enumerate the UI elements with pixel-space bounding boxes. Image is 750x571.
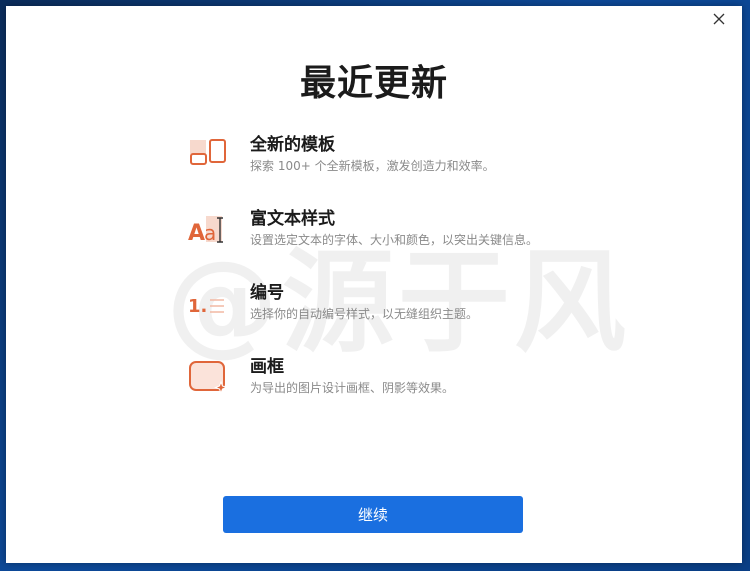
feature-title: 编号 — [250, 283, 284, 303]
continue-button[interactable]: 继续 — [223, 496, 523, 533]
feature-description: 为导出的图片设计画框、阴影等效果。 — [250, 381, 455, 395]
desktop-background: 最近更新 @源于风 全新的模板 探索 100+ 个全新模板，激发创造力和效率。 … — [0, 0, 750, 571]
feature-description: 探索 100+ 个全新模板，激发创造力和效率。 — [250, 159, 495, 173]
feature-title: 画框 — [250, 357, 284, 377]
picture-frame-icon — [189, 361, 228, 395]
feature-item-rich-text: A a 富文本样式 设置选定文本的字体、大小和颜色，以突出关键信息。 — [188, 208, 608, 282]
svg-text:a: a — [204, 221, 216, 245]
feature-description: 设置选定文本的字体、大小和颜色，以突出关键信息。 — [250, 233, 539, 247]
feature-list: 全新的模板 探索 100+ 个全新模板，激发创造力和效率。 A a 富文本样式 … — [188, 134, 608, 430]
close-button[interactable] — [708, 8, 730, 30]
numbering-icon: 1. — [188, 296, 224, 317]
feature-title: 全新的模板 — [250, 135, 335, 155]
dialog-title: 最近更新 — [299, 63, 448, 104]
feature-description: 选择你的自动编号样式，以无缝组织主题。 — [250, 307, 479, 321]
close-icon — [713, 13, 725, 25]
whats-new-dialog: 最近更新 @源于风 全新的模板 探索 100+ 个全新模板，激发创造力和效率。 … — [6, 6, 742, 563]
feature-item-picture-frame: 画框 为导出的图片设计画框、阴影等效果。 — [188, 356, 608, 430]
svg-text:1.: 1. — [188, 296, 207, 317]
feature-item-templates: 全新的模板 探索 100+ 个全新模板，激发创造力和效率。 — [188, 134, 608, 208]
svg-text:A: A — [188, 221, 205, 246]
feature-item-numbering: 1. 编号 选择你的自动编号样式，以无缝组织主题。 — [188, 282, 608, 356]
rich-text-styles-icon: A a — [188, 216, 223, 246]
feature-title: 富文本样式 — [250, 209, 335, 229]
new-templates-icon — [190, 139, 226, 165]
